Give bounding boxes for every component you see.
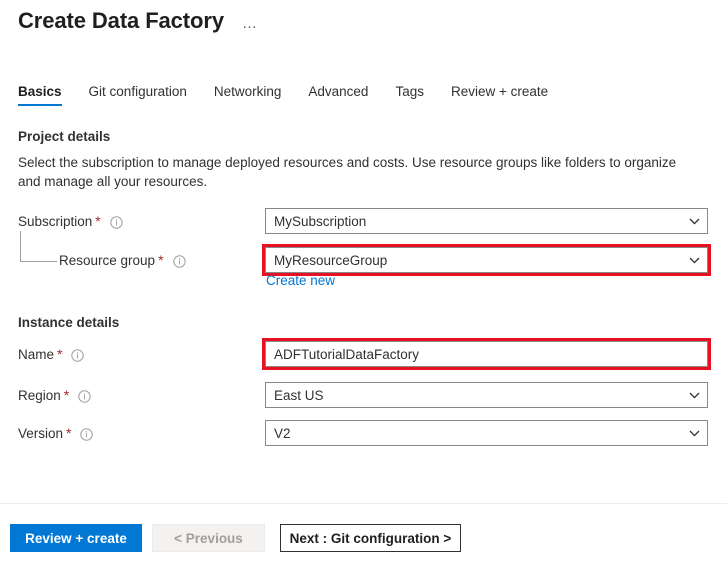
required-asterisk: *: [95, 214, 100, 228]
review-create-button[interactable]: Review + create: [10, 524, 142, 552]
info-icon[interactable]: [80, 428, 93, 441]
version-label: Version *: [18, 420, 93, 446]
info-icon[interactable]: [78, 390, 91, 403]
subscription-label-text: Subscription: [18, 214, 92, 229]
chevron-down-icon: [681, 392, 707, 399]
page-title: Create Data Factory: [18, 6, 224, 36]
name-input[interactable]: ADFTutorialDataFactory: [265, 341, 708, 367]
chevron-down-icon: [681, 430, 707, 437]
tab-tags[interactable]: Tags: [395, 84, 424, 106]
resource-group-value: MyResourceGroup: [274, 253, 681, 268]
create-new-resource-group-link[interactable]: Create new: [266, 273, 335, 288]
more-options-icon[interactable]: …: [242, 11, 258, 31]
page-header: Create Data Factory …: [18, 6, 258, 36]
resource-group-row: Resource group * MyResourceGroup: [0, 247, 727, 273]
resource-group-label-text: Resource group: [59, 253, 155, 268]
project-details-description: Select the subscription to manage deploy…: [18, 153, 678, 191]
info-icon[interactable]: [110, 216, 123, 229]
region-row: Region * East US: [0, 382, 727, 408]
subscription-row: Subscription * MySubscription: [0, 208, 727, 234]
region-value: East US: [274, 388, 681, 403]
chevron-down-icon: [681, 257, 707, 264]
version-dropdown[interactable]: V2: [265, 420, 708, 446]
required-asterisk: *: [158, 253, 163, 267]
resource-group-dropdown[interactable]: MyResourceGroup: [265, 247, 708, 273]
name-label-text: Name: [18, 347, 54, 362]
name-row: Name * ADFTutorialDataFactory: [0, 341, 727, 367]
tab-networking[interactable]: Networking: [214, 84, 282, 106]
required-asterisk: *: [66, 426, 71, 440]
instance-details-heading: Instance details: [18, 315, 119, 330]
region-label-text: Region: [18, 388, 61, 403]
tab-advanced[interactable]: Advanced: [308, 84, 368, 106]
footer-actions: Review + create < Previous Next : Git co…: [10, 524, 461, 552]
tab-review-create[interactable]: Review + create: [451, 84, 548, 106]
name-label: Name *: [18, 341, 84, 367]
version-value: V2: [274, 426, 681, 441]
info-icon[interactable]: [71, 349, 84, 362]
subscription-value: MySubscription: [274, 214, 681, 229]
footer-divider: [0, 503, 727, 504]
next-button[interactable]: Next : Git configuration >: [280, 524, 461, 552]
project-details-heading: Project details: [18, 129, 110, 144]
info-icon[interactable]: [173, 255, 186, 268]
name-value: ADFTutorialDataFactory: [274, 347, 707, 362]
tab-bar: Basics Git configuration Networking Adva…: [18, 84, 575, 106]
resource-group-label: Resource group *: [59, 247, 186, 273]
version-label-text: Version: [18, 426, 63, 441]
chevron-down-icon: [681, 218, 707, 225]
tab-git-configuration[interactable]: Git configuration: [89, 84, 187, 106]
required-asterisk: *: [57, 347, 62, 361]
previous-button: < Previous: [152, 524, 265, 552]
region-label: Region *: [18, 382, 91, 408]
subscription-dropdown[interactable]: MySubscription: [265, 208, 708, 234]
required-asterisk: *: [64, 388, 69, 402]
region-dropdown[interactable]: East US: [265, 382, 708, 408]
version-row: Version * V2: [0, 420, 727, 446]
tab-basics[interactable]: Basics: [18, 84, 62, 106]
